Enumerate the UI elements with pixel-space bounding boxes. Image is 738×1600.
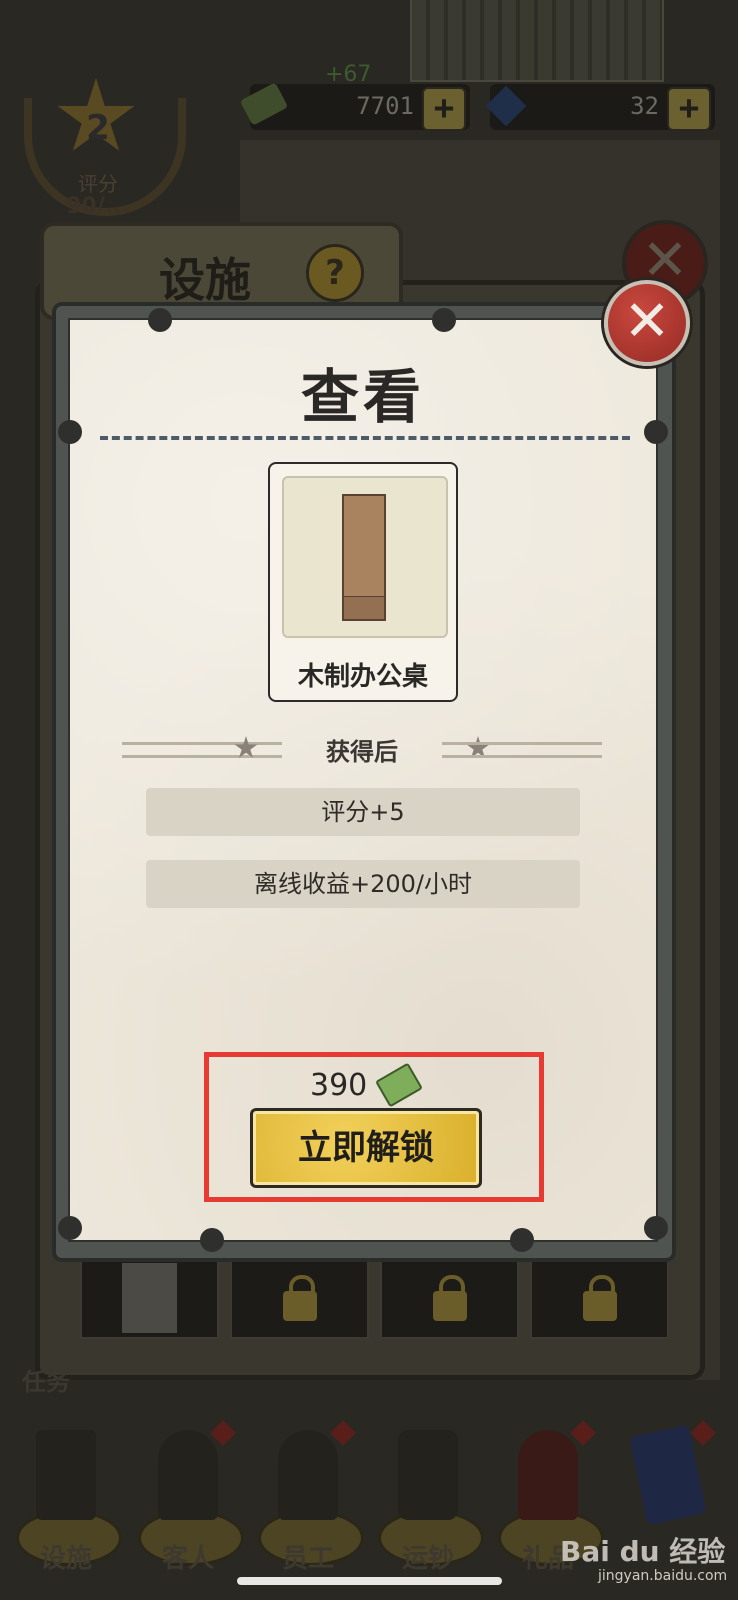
card-notch xyxy=(200,1228,224,1252)
notification-dot-icon xyxy=(330,1420,356,1446)
add-money-button[interactable]: + xyxy=(422,87,466,131)
section-label: 获得后 xyxy=(326,738,398,766)
rank-level: 2 xyxy=(86,108,110,148)
bank-card-icon xyxy=(629,1424,707,1526)
nav-label: 运钞 xyxy=(401,1544,454,1574)
rank-score: 90/... xyxy=(66,194,130,219)
card-notch xyxy=(432,308,456,332)
rank-label: 评分 xyxy=(78,172,118,196)
card-notch xyxy=(58,1216,82,1240)
facility-slot[interactable] xyxy=(80,1255,219,1339)
nav-staff[interactable]: 员工 xyxy=(248,1420,368,1600)
nav-facilities[interactable]: 设施 xyxy=(6,1420,126,1600)
header-rule xyxy=(122,742,282,758)
section-header: 获得后 xyxy=(122,734,602,766)
facility-slot[interactable] xyxy=(380,1255,519,1339)
lock-icon xyxy=(582,1275,617,1321)
desk-base xyxy=(342,596,386,621)
cash-truck-icon xyxy=(398,1430,458,1520)
guest-icon xyxy=(158,1430,218,1520)
home-indicator[interactable] xyxy=(237,1577,502,1585)
facility-slot[interactable] xyxy=(230,1255,369,1339)
money-value: 7701 xyxy=(356,92,414,120)
facility-panel-title: 设施 xyxy=(159,253,251,307)
gem-icon xyxy=(485,85,527,127)
benefit-offline-income: 离线收益+200/小时 xyxy=(146,860,580,908)
help-button[interactable]: ? xyxy=(306,244,364,302)
wooden-desk-icon xyxy=(342,494,386,600)
item-thumbnail xyxy=(282,476,448,638)
task-label[interactable]: 任务 xyxy=(22,1362,70,1397)
card-notch xyxy=(510,1228,534,1252)
notification-dot-icon xyxy=(690,1420,716,1446)
atm-icon xyxy=(36,1430,96,1520)
notification-dot-icon xyxy=(570,1420,596,1446)
nav-guests[interactable]: 客人 xyxy=(128,1420,248,1600)
card-notch xyxy=(644,1216,668,1240)
item-card: 木制办公桌 xyxy=(268,462,458,702)
gem-counter: 32 + xyxy=(485,84,715,131)
lock-icon xyxy=(282,1275,317,1321)
add-gems-button[interactable]: + xyxy=(667,87,711,131)
facility-slot[interactable] xyxy=(530,1255,669,1339)
card-notch xyxy=(148,308,172,332)
gift-bag-icon xyxy=(518,1430,578,1520)
money-counter: 7701 + xyxy=(239,82,470,131)
notification-dot-icon xyxy=(210,1420,236,1446)
baidu-watermark: Bai du 经验 xyxy=(560,1535,726,1568)
nav-cash-transport[interactable]: 运钞 xyxy=(368,1420,488,1600)
close-dialog-button[interactable]: ✕ xyxy=(604,280,690,366)
nav-label: 员工 xyxy=(281,1544,334,1574)
nav-label: 客人 xyxy=(161,1544,214,1574)
shelf-decoration xyxy=(410,0,664,82)
baidu-watermark-url: jingyan.baidu.com xyxy=(598,1568,728,1584)
item-name: 木制办公桌 xyxy=(297,662,428,692)
header-rule xyxy=(442,742,602,758)
gem-value: 32 xyxy=(630,92,659,120)
facility-slots xyxy=(80,1255,669,1339)
highlight-annotation xyxy=(204,1052,544,1202)
money-icon xyxy=(239,82,289,126)
lock-icon xyxy=(432,1275,467,1321)
benefit-rating: 评分+5 xyxy=(146,788,580,836)
nav-gifts[interactable]: 礼品 xyxy=(488,1420,608,1600)
atm-machine-icon xyxy=(122,1263,177,1333)
nav-label: 设施 xyxy=(39,1544,92,1574)
dashed-divider xyxy=(100,436,630,440)
staff-icon xyxy=(278,1430,338,1520)
dialog-title: 查看 xyxy=(300,363,425,431)
